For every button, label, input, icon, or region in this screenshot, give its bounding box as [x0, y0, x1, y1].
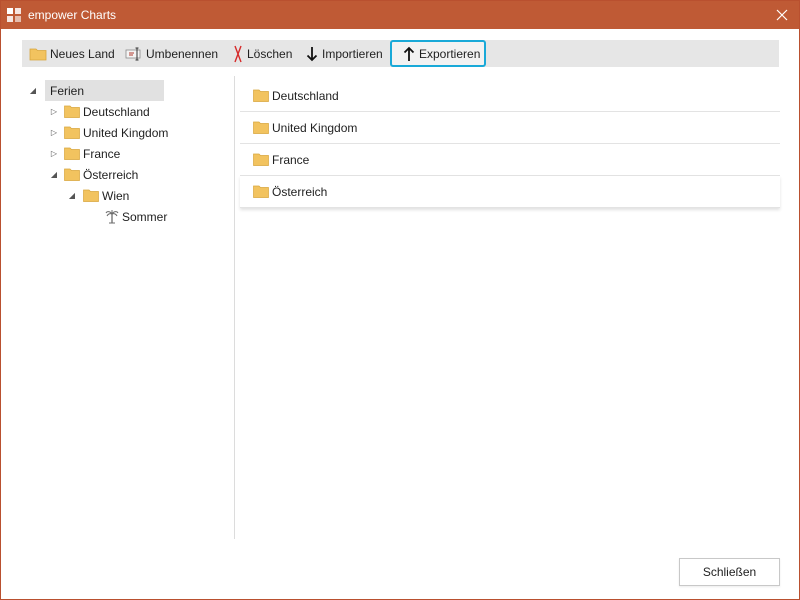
tree-item-sommer[interactable]: Sommer [105, 206, 167, 227]
close-button[interactable]: Schließen [679, 558, 780, 586]
folder-icon [83, 189, 99, 202]
close-icon [776, 9, 788, 21]
list-item-label: United Kingdom [272, 120, 358, 135]
tree-item-label: Sommer [122, 209, 168, 224]
collapsed-triangle-icon[interactable]: ▷ [47, 147, 61, 161]
tree-item-united-kingdom[interactable]: ▷ United Kingdom [47, 122, 168, 143]
folder-icon [64, 105, 80, 118]
rename-icon [125, 46, 143, 62]
toolbar: Neues Land Umbenennen Löschen Importiere… [22, 40, 779, 67]
pane-splitter[interactable] [234, 76, 235, 539]
new-country-button[interactable]: Neues Land [29, 40, 115, 67]
expanded-triangle-icon[interactable]: ◢ [65, 189, 79, 203]
delete-button[interactable]: Löschen [232, 40, 292, 67]
list-item-label: Deutschland [272, 88, 339, 103]
list-item[interactable]: France [240, 144, 780, 176]
folder-icon [29, 46, 47, 62]
tree-root-highlight: Ferien [45, 80, 165, 101]
tree-item-oesterreich[interactable]: ◢ Österreich [47, 164, 138, 185]
folder-icon [253, 185, 269, 198]
tree-item-label: Wien [102, 188, 130, 203]
rename-button[interactable]: Umbenennen [125, 40, 218, 67]
list-item-label: France [272, 152, 310, 167]
new-country-label: Neues Land [50, 46, 115, 61]
folder-icon [253, 153, 269, 166]
list-item[interactable]: Österreich [240, 176, 780, 208]
expanded-triangle-icon[interactable]: ◢ [47, 168, 61, 182]
rename-label: Umbenennen [146, 46, 219, 61]
tree-item-label: France [83, 146, 121, 161]
title-bar: empower Charts [1, 1, 799, 29]
app-window: empower Charts Neues Land Umbenennen Lös… [0, 0, 800, 600]
folder-icon [64, 168, 80, 181]
folder-icon [253, 121, 269, 134]
collapsed-triangle-icon[interactable]: ▷ [47, 126, 61, 140]
tree-item-label: Deutschland [83, 104, 150, 119]
palm-tree-icon [105, 210, 119, 224]
delete-label: Löschen [247, 46, 293, 61]
tree-item-ferien[interactable]: ◢ Ferien [26, 80, 230, 101]
content-list: Deutschland United Kingdom France Österr… [240, 80, 780, 208]
delete-x-icon [232, 45, 244, 62]
window-title: empower Charts [28, 8, 117, 22]
folder-icon [64, 147, 80, 160]
arrow-down-icon [305, 46, 319, 62]
collapsed-triangle-icon[interactable]: ▷ [47, 105, 61, 119]
tree-root-label: Ferien [50, 83, 85, 98]
expanded-triangle-icon[interactable]: ◢ [26, 84, 40, 98]
export-button[interactable]: Exportieren [390, 40, 486, 67]
close-window-button[interactable] [765, 1, 799, 29]
folder-icon [64, 126, 80, 139]
tree-item-label: Österreich [83, 167, 139, 182]
list-item[interactable]: Deutschland [240, 80, 780, 112]
list-item[interactable]: United Kingdom [240, 112, 780, 144]
arrow-up-icon [402, 46, 416, 62]
tree-view: ◢ Ferien ▷ Deutschland ▷ United Kingdom … [22, 76, 234, 539]
import-button[interactable]: Importieren [305, 40, 383, 67]
app-logo-icon [7, 8, 21, 22]
tree-item-label: United Kingdom [83, 125, 169, 140]
export-label: Exportieren [419, 46, 481, 61]
tree-item-deutschland[interactable]: ▷ Deutschland [47, 101, 150, 122]
import-label: Importieren [322, 46, 383, 61]
tree-item-wien[interactable]: ◢ Wien [65, 185, 129, 206]
list-item-label: Österreich [272, 184, 328, 199]
folder-icon [253, 89, 269, 102]
tree-item-france[interactable]: ▷ France [47, 143, 120, 164]
